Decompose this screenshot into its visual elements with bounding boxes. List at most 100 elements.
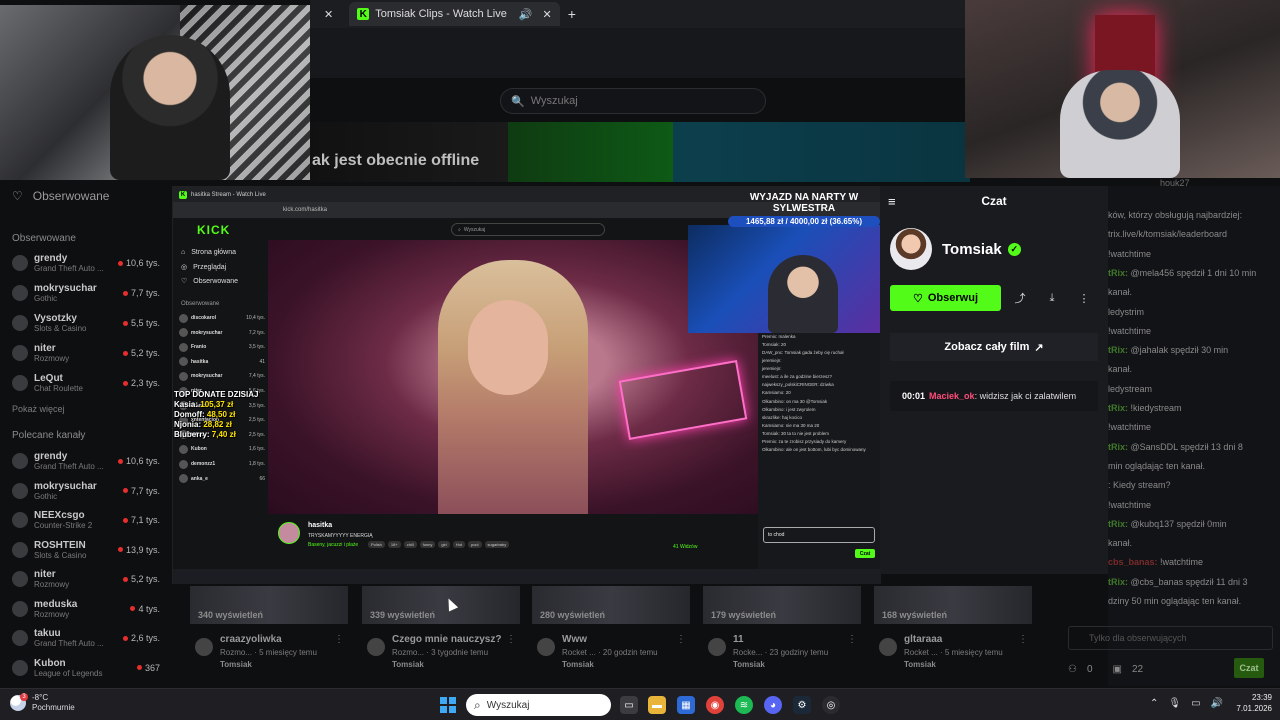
clip-card[interactable]: 280 wyświetleń Www Rocket ... · 20 godzin …: [532, 586, 690, 686]
search-input[interactable]: 🔍 Wyszukaj: [500, 88, 766, 114]
inner-channel[interactable]: demonzz1 1,8 tys.: [179, 457, 265, 471]
file-explorer-icon[interactable]: ▬: [648, 696, 666, 714]
streamer-avatar[interactable]: [278, 522, 300, 544]
sidebar-channel[interactable]: grendy Grand Theft Auto ... 10,6 tys.: [12, 250, 160, 276]
tab-tomsiak-clips[interactable]: K Tomsiak Clips - Watch Live 🔊 ✕: [349, 2, 560, 26]
sidebar-channel[interactable]: mokrysuchar Gothic 7,7 tys.: [12, 478, 160, 504]
clip-title[interactable]: 11: [733, 634, 744, 645]
follow-button[interactable]: ♡ Obserwuj: [890, 285, 1001, 311]
stream-tag[interactable]: pool: [467, 541, 482, 548]
inner-channel[interactable]: mokrysuchar 7,4 tys.: [179, 369, 265, 383]
display-icon[interactable]: ▭: [1191, 698, 1200, 709]
clip-title[interactable]: Www: [562, 634, 587, 645]
more-options-icon[interactable]: ⋮: [847, 634, 857, 645]
stream-tag[interactable]: girl: [438, 541, 450, 548]
new-tab-icon[interactable]: +: [568, 6, 576, 22]
sidebar-channel[interactable]: Vysotzky Slots & Casino 5,5 tys.: [12, 310, 160, 336]
nav-following[interactable]: ♡ Obserwowane: [181, 277, 238, 286]
inner-channel[interactable]: Kubon 1,6 tys.: [179, 442, 265, 456]
kick-points-icon[interactable]: ⚇: [1068, 664, 1077, 675]
microphone-icon[interactable]: 🎙: [1168, 698, 1181, 709]
steam-icon[interactable]: ⚙: [793, 696, 811, 714]
stream-tag[interactable]: chill: [403, 541, 417, 548]
clip-avatar[interactable]: [708, 638, 726, 656]
download-icon[interactable]: ⤓: [1043, 289, 1061, 307]
sidebar-following-header[interactable]: ♡ Obserwowane: [12, 189, 109, 203]
sidebar-channel[interactable]: Kubon League of Legends 367: [12, 655, 160, 681]
inner-chat-send-button[interactable]: Czat: [855, 549, 875, 558]
stream-category[interactable]: Baseny, jacuzzi i plaże: [308, 542, 358, 548]
clip-card[interactable]: 340 wyświetleń craazyoliwka Rozmo... · 5 m…: [190, 586, 348, 686]
more-options-icon[interactable]: ⋮: [1075, 289, 1093, 307]
share-icon[interactable]: ⤴: [1011, 289, 1029, 307]
clip-title[interactable]: craazyoliwka: [220, 634, 282, 645]
chrome-icon[interactable]: ◉: [706, 696, 724, 714]
sidebar-channel[interactable]: niter Rozmowy 5,2 tys.: [12, 566, 160, 592]
chat-line-user[interactable]: tRix:: [1108, 519, 1128, 529]
chat-line-user[interactable]: tRix:: [1108, 268, 1128, 278]
chat-line-user[interactable]: tRix:: [1108, 577, 1128, 587]
weather-widget[interactable]: 3 -8°C Pochmurnie: [10, 692, 75, 712]
sidebar-channel[interactable]: mokrysuchar Gothic 7,7 tys.: [12, 280, 160, 306]
watch-full-video-button[interactable]: Zobacz cały film ↗: [890, 333, 1098, 361]
more-options-icon[interactable]: ⋮: [1018, 634, 1028, 645]
windows-start-icon[interactable]: [440, 697, 456, 713]
inner-search-input[interactable]: ⌕ Wyszukaj: [451, 223, 605, 236]
inner-chat-input[interactable]: to chod: [763, 527, 875, 543]
obs-icon[interactable]: ◎: [822, 696, 840, 714]
clip-card[interactable]: 179 wyświetleń 11 Rocke... · 23 godziny te…: [703, 586, 861, 686]
sidebar-channel[interactable]: takuu Grand Theft Auto ... 2,6 tys.: [12, 625, 160, 651]
task-view-icon[interactable]: ▭: [620, 696, 638, 714]
clip-title[interactable]: Czego mnie nauczysz?: [392, 634, 501, 645]
clip-card[interactable]: 339 wyświetleń Czego mnie nauczysz? Rozmo.…: [362, 586, 520, 686]
clip-title[interactable]: gltaraaa: [904, 634, 942, 645]
inner-channel[interactable]: mokrysuchar 7,2 tys.: [179, 326, 265, 340]
streamer-name[interactable]: hasitka: [308, 522, 332, 529]
sidebar-channel[interactable]: grendy Grand Theft Auto ... 10,6 tys.: [12, 448, 160, 474]
stream-tag[interactable]: Hot: [452, 541, 465, 548]
sidebar-channel[interactable]: NEEXcsgo Counter-Strike 2 7,1 tys.: [12, 507, 160, 533]
more-options-icon[interactable]: ⋮: [334, 634, 344, 645]
clip-author[interactable]: Tomsiak: [733, 660, 765, 669]
close-tab-icon[interactable]: ✕: [324, 8, 333, 21]
chat-line-user[interactable]: tRix:: [1108, 345, 1128, 355]
inner-channel[interactable]: hasitka 41: [179, 355, 265, 369]
speaker-icon[interactable]: 🔊: [519, 8, 533, 21]
spotify-icon[interactable]: ≋: [735, 696, 753, 714]
more-options-icon[interactable]: ⋮: [676, 634, 686, 645]
clock[interactable]: 23:39 7.01.2026: [1212, 693, 1272, 715]
sidebar-channel[interactable]: LeQut Chat Roulette 2,3 tys.: [12, 370, 160, 396]
channel-name[interactable]: Tomsiak ✓: [942, 241, 1021, 258]
clip-author[interactable]: Tomsiak: [562, 660, 594, 669]
show-more-link[interactable]: Pokaż więcej: [12, 404, 65, 414]
chat-line-user[interactable]: cbs_banas:: [1108, 557, 1158, 567]
clip-avatar[interactable]: [879, 638, 897, 656]
inner-channel[interactable]: anka_e 66: [179, 472, 265, 486]
clip-avatar[interactable]: [195, 638, 213, 656]
sidebar-channel[interactable]: meduska Rozmowy 4 tys.: [12, 596, 160, 622]
clip-avatar[interactable]: [537, 638, 555, 656]
stream-video[interactable]: [268, 240, 758, 514]
chat-line-user[interactable]: tRix:: [1108, 403, 1128, 413]
stream-tag[interactable]: 18+: [387, 541, 401, 548]
inner-channel[interactable]: discokarol 10,4 tys.: [179, 311, 265, 325]
stream-tag[interactable]: funny: [419, 541, 436, 548]
chat-users-icon[interactable]: ▣: [1113, 664, 1122, 675]
stream-tag[interactable]: sugarbaby: [484, 541, 510, 548]
sidebar-channel[interactable]: ROSHTEIN Slots & Casino 13,9 tys.: [12, 537, 160, 563]
close-tab-icon[interactable]: ✕: [543, 8, 552, 21]
channel-avatar[interactable]: [890, 228, 932, 270]
clip-author[interactable]: Tomsiak: [392, 660, 424, 669]
clip-author[interactable]: Tomsiak: [220, 660, 252, 669]
clip-card[interactable]: 168 wyświetleń gltaraaa Rocket ... · 5 mie…: [874, 586, 1032, 686]
clip-author[interactable]: Tomsiak: [904, 660, 936, 669]
chat-send-button[interactable]: Czat: [1234, 658, 1264, 678]
taskbar-search[interactable]: ⌕ Wyszukaj: [466, 694, 611, 716]
chevron-up-icon[interactable]: ⌃: [1150, 698, 1158, 709]
stream-tag[interactable]: Polish: [368, 541, 385, 548]
clip-avatar[interactable]: [367, 638, 385, 656]
nav-home[interactable]: ⌂ Strona główna: [181, 249, 236, 256]
discord-icon[interactable]: ◕: [764, 696, 782, 714]
sidebar-channel[interactable]: niter Rozmowy 5,2 tys.: [12, 340, 160, 366]
nav-browse[interactable]: ◎ Przeglądaj: [181, 263, 226, 272]
